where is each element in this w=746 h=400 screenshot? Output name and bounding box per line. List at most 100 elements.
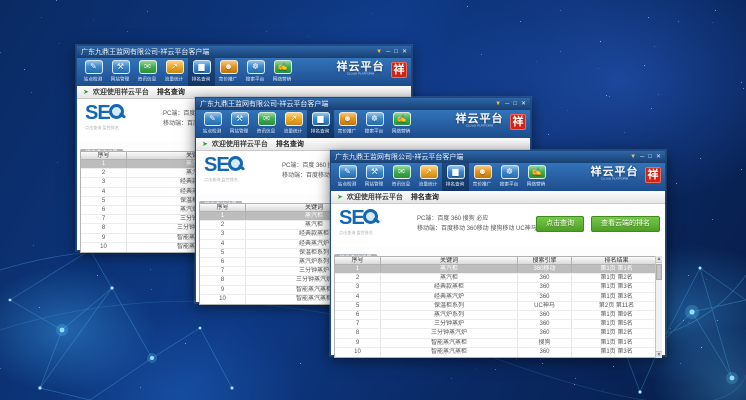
tools-icon: ⚒ bbox=[112, 60, 130, 74]
window-controls: ▼ ─ □ ✕ bbox=[626, 153, 661, 161]
column-header[interactable]: 关键词 bbox=[381, 257, 518, 264]
toolbar-item-site-manage[interactable]: ⚒网站管理 bbox=[107, 58, 134, 86]
table-row[interactable]: 1蒸汽柜360移动第1页 第1名 bbox=[335, 265, 661, 274]
brand-subtitle: CLOUD PLATFORM bbox=[601, 178, 628, 181]
toolbar-item-net-marketing[interactable]: ✍网络营销 bbox=[269, 58, 296, 86]
column-header[interactable]: 序号 bbox=[200, 204, 246, 211]
table-cell: 第1页 第3名 bbox=[572, 348, 661, 357]
table-row[interactable]: 8三分钟蒸汽炉360第1页 第2名 bbox=[335, 329, 661, 338]
column-header[interactable]: 序号 bbox=[335, 257, 381, 264]
toolbar-item-site-check[interactable]: ✎站点检测 bbox=[199, 110, 226, 138]
users-icon: ☻ bbox=[339, 112, 357, 126]
table-cell: 9 bbox=[81, 234, 127, 242]
line-chart-icon: ↗ bbox=[285, 112, 303, 126]
minimize-button[interactable]: ─ bbox=[640, 153, 644, 161]
arrow-icon: ➤ bbox=[83, 89, 89, 96]
toolbar-item-site-check[interactable]: ✎站点检测 bbox=[334, 163, 361, 191]
toolbar-item-net-marketing[interactable]: ✍网络营销 bbox=[388, 110, 415, 138]
table-cell: 6 bbox=[200, 258, 246, 266]
table-cell: 3 bbox=[200, 230, 246, 238]
toolbar-item-ranking-query[interactable]: ▆排名查询 bbox=[188, 58, 215, 86]
toolbar-item-site-manage[interactable]: ⚒网站管理 bbox=[226, 110, 253, 138]
toolbar-item-bid-promotion[interactable]: ☻竞价推广 bbox=[334, 110, 361, 138]
table-row[interactable]: 6蒸汽炉系列360第1页 第9名 bbox=[335, 311, 661, 320]
table-cell: 经典款蒸柜 bbox=[381, 283, 518, 291]
maximize-button[interactable]: □ bbox=[394, 48, 398, 56]
table-row[interactable]: 9智能蒸汽蒸柜搜狗第1页 第1名 bbox=[335, 339, 661, 348]
minimize-button[interactable]: ─ bbox=[386, 48, 390, 56]
close-button[interactable]: ✕ bbox=[521, 100, 526, 108]
skin-button[interactable]: ▼ bbox=[630, 153, 636, 161]
brand-name: 祥云平台 bbox=[587, 167, 642, 178]
toolbar-item-traffic-stats[interactable]: ↗流量统计 bbox=[161, 58, 188, 86]
brand-badge-icon: 祥 bbox=[645, 167, 661, 183]
table-cell: 360 bbox=[518, 329, 572, 337]
table-cell: 1 bbox=[200, 212, 246, 220]
column-header[interactable]: 搜索引擎 bbox=[518, 257, 572, 264]
table-body: 1蒸汽柜360移动第1页 第1名2蒸汽柜360第1页 第2名3经典款蒸柜360第… bbox=[334, 265, 662, 358]
toolbar-item-traffic-stats[interactable]: ↗流量统计 bbox=[280, 110, 307, 138]
table-row[interactable]: 2蒸汽柜360第1页 第2名 bbox=[335, 274, 661, 283]
table-cell: 5 bbox=[200, 249, 246, 257]
toolbar-item-site-check[interactable]: ✎站点检测 bbox=[80, 58, 107, 86]
results-table: 序号关键词搜索引擎排名结果 1蒸汽柜360移动第1页 第1名2蒸汽柜360第1页… bbox=[334, 256, 662, 358]
table-cell: 保温柜系列 bbox=[381, 302, 518, 310]
table-cell: 6 bbox=[335, 311, 381, 319]
skin-button[interactable]: ▼ bbox=[495, 100, 501, 108]
table-row[interactable]: 7三分钟蒸炉360第1页 第5名 bbox=[335, 320, 661, 329]
mouse-icon: ✍ bbox=[393, 112, 411, 126]
toolbar-item-bid-promotion[interactable]: ☻竞价推广 bbox=[215, 58, 242, 86]
query-button[interactable]: 点击查询 bbox=[536, 216, 584, 232]
toolbar-item-label: 网络营销 bbox=[273, 75, 292, 82]
view-cloud-ranking-button[interactable]: 查看云端的排名 bbox=[591, 216, 660, 232]
toolbar-item-search-platform[interactable]: ☸搜索平台 bbox=[242, 58, 269, 86]
toolbar-item-label: 网站管理 bbox=[230, 127, 249, 134]
skin-button[interactable]: ▼ bbox=[376, 48, 382, 56]
close-button[interactable]: ✕ bbox=[402, 48, 407, 56]
window-titlebar[interactable]: 广东九鼎王监网有限公司-祥云平台客户端 ▼ ─ □ ✕ bbox=[331, 151, 665, 163]
maximize-button[interactable]: □ bbox=[513, 100, 517, 108]
column-header[interactable]: 排名结果 bbox=[572, 257, 661, 264]
toolbar-item-news-info[interactable]: ✉资讯信息 bbox=[134, 58, 161, 86]
table-row[interactable]: 3经典款蒸柜360第1页 第3名 bbox=[335, 283, 661, 292]
window-controls: ▼ ─ □ ✕ bbox=[372, 48, 407, 56]
main-toolbar: ✎站点检测⚒网站管理✉资讯信息↗流量统计▆排名查询☻竞价推广☸搜索平台✍网络营销… bbox=[331, 163, 665, 191]
scroll-down-icon[interactable]: ▼ bbox=[656, 351, 662, 358]
table-cell: 8 bbox=[200, 276, 246, 284]
section-title: 排名查询 bbox=[411, 192, 439, 202]
toolbar-item-bid-promotion[interactable]: ☻竞价推广 bbox=[469, 163, 496, 191]
minimize-button[interactable]: ─ bbox=[505, 100, 509, 108]
table-cell: UC神马 bbox=[518, 302, 572, 310]
table-row[interactable]: 5保温柜系列UC神马第2页 第11名 bbox=[335, 302, 661, 311]
scroll-up-icon[interactable]: ▲ bbox=[656, 256, 662, 263]
table-cell: 10 bbox=[335, 348, 381, 357]
toolbar-item-net-marketing[interactable]: ✍网络营销 bbox=[523, 163, 550, 191]
table-row[interactable]: 4经典蒸汽炉360第1页 第3名 bbox=[335, 293, 661, 302]
toolbar-item-label: 资讯信息 bbox=[392, 180, 411, 187]
table-row[interactable]: 10智能蒸汽蒸柜360第1页 第3名 bbox=[335, 348, 661, 357]
table-cell: 4 bbox=[200, 240, 246, 248]
maximize-button[interactable]: □ bbox=[648, 153, 652, 161]
column-header[interactable]: 序号 bbox=[81, 152, 127, 159]
toolbar-item-news-info[interactable]: ✉资讯信息 bbox=[253, 110, 280, 138]
toolbar-item-search-platform[interactable]: ☸搜索平台 bbox=[496, 163, 523, 191]
window-titlebar[interactable]: 广东九鼎王监网有限公司-祥云平台客户端 ▼ ─ □ ✕ bbox=[196, 98, 530, 110]
engine-list: PC端：百度 360 搜狗 必应 移动端：百度移动 360移动 搜狗移动 UC神… bbox=[417, 214, 537, 234]
app-window-front[interactable]: 广东九鼎王监网有限公司-祥云平台客户端 ▼ ─ □ ✕ ✎站点检测⚒网站管理✉资… bbox=[330, 150, 666, 356]
close-button[interactable]: ✕ bbox=[656, 153, 661, 161]
toolbar-item-news-info[interactable]: ✉资讯信息 bbox=[388, 163, 415, 191]
table-cell: 搜狗 bbox=[518, 339, 572, 347]
toolbar-item-traffic-stats[interactable]: ↗流量统计 bbox=[415, 163, 442, 191]
table-cell: 7 bbox=[81, 215, 127, 223]
seo-logo: SE 点击查询 监控排名 bbox=[204, 155, 254, 185]
vertical-scrollbar[interactable]: ▲ ▼ bbox=[655, 256, 662, 358]
window-controls: ▼ ─ □ ✕ bbox=[491, 100, 526, 108]
toolbar-item-search-platform[interactable]: ☸搜索平台 bbox=[361, 110, 388, 138]
toolbar-item-ranking-query[interactable]: ▆排名查询 bbox=[307, 110, 334, 138]
toolbar-item-ranking-query[interactable]: ▆排名查询 bbox=[442, 163, 469, 191]
table-cell: 第1页 第2名 bbox=[572, 329, 661, 337]
toolbar-item-site-manage[interactable]: ⚒网站管理 bbox=[361, 163, 388, 191]
window-titlebar[interactable]: 广东九鼎王监网有限公司-祥云平台客户端 ▼ ─ □ ✕ bbox=[77, 46, 411, 58]
table-cell: 第1页 第3名 bbox=[572, 283, 661, 291]
scrollbar-thumb[interactable] bbox=[656, 264, 662, 280]
